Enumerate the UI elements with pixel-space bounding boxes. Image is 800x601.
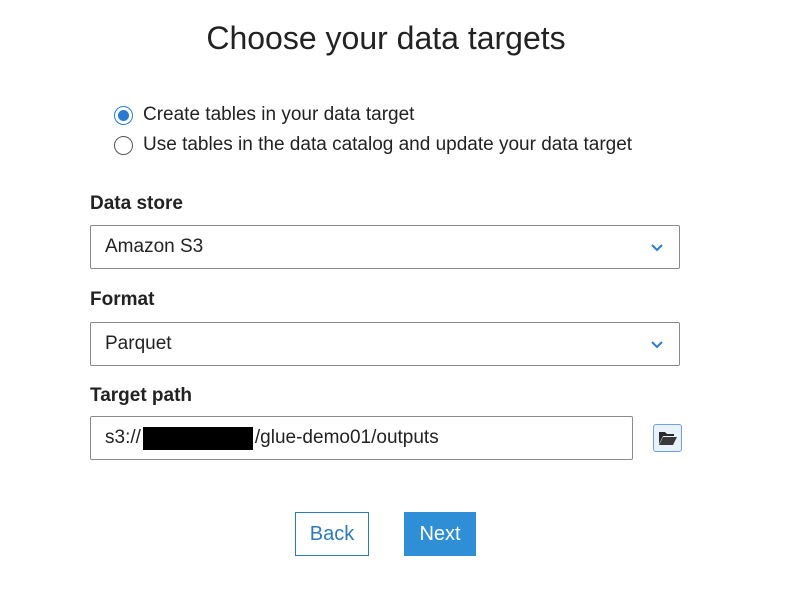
chevron-down-icon — [651, 244, 663, 252]
target-path-prefix: s3:// — [105, 427, 141, 448]
target-option-group: Create tables in your data target Use ta… — [114, 100, 632, 160]
radio-create-tables-control[interactable] — [114, 105, 133, 125]
target-path-label: Target path — [90, 385, 193, 406]
format-label: Format — [90, 289, 155, 310]
next-button[interactable]: Next — [404, 512, 476, 556]
radio-create-tables[interactable]: Create tables in your data target — [114, 100, 632, 130]
back-button[interactable]: Back — [295, 512, 369, 556]
format-select[interactable]: Parquet — [90, 322, 680, 366]
radio-use-catalog-tables[interactable]: Use tables in the data catalog and updat… — [114, 130, 632, 160]
radio-selected-dot — [118, 109, 129, 121]
folder-open-icon — [658, 432, 677, 445]
radio-use-catalog-tables-label: Use tables in the data catalog and updat… — [143, 134, 633, 155]
target-path-suffix: /glue-demo01/outputs — [254, 427, 439, 448]
redacted-bucket-name — [142, 426, 253, 450]
format-value: Parquet — [105, 333, 172, 354]
radio-use-catalog-tables-control[interactable] — [114, 135, 133, 155]
data-store-label: Data store — [90, 193, 183, 214]
radio-create-tables-label: Create tables in your data target — [143, 104, 415, 125]
chevron-down-icon — [651, 341, 663, 349]
data-store-select[interactable]: Amazon S3 — [90, 225, 680, 269]
target-path-input[interactable]: s3:// /glue-demo01/outputs — [90, 416, 633, 460]
browse-folder-button[interactable] — [653, 424, 682, 452]
page-title: Choose your data targets — [206, 20, 566, 56]
data-store-value: Amazon S3 — [105, 236, 204, 257]
